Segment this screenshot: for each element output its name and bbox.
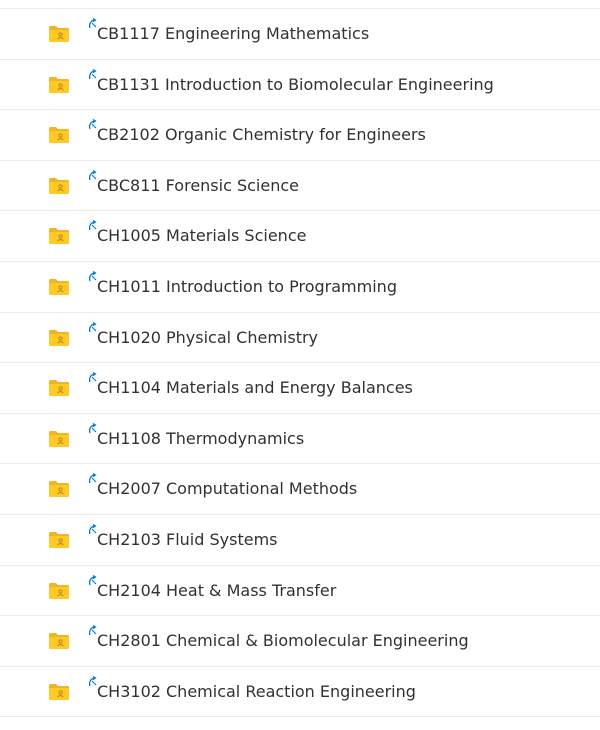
folder-row[interactable]: CH2103 Fluid Systems bbox=[0, 515, 600, 566]
folder-row[interactable]: CH1011 Introduction to Programming bbox=[0, 262, 600, 313]
shared-folder-icon bbox=[48, 379, 70, 397]
shared-folder-icon bbox=[48, 76, 70, 94]
folder-row[interactable]: CH2801 Chemical & Biomolecular Engineeri… bbox=[0, 616, 600, 667]
folder-row[interactable]: CH1020 Physical Chemistry bbox=[0, 313, 600, 364]
folder-name: CB1117 Engineering Mathematics bbox=[97, 24, 370, 43]
shared-folder-icon bbox=[48, 126, 70, 144]
shared-folder-icon bbox=[48, 480, 70, 498]
folder-name: CH2104 Heat & Mass Transfer bbox=[97, 580, 337, 600]
folder-name: CB1131 Introduction to Biomolecular Engi… bbox=[97, 74, 494, 94]
shared-folder-icon bbox=[48, 329, 70, 347]
folder-name: CH1011 Introduction to Programming bbox=[97, 276, 397, 296]
shared-folder-icon bbox=[48, 227, 70, 245]
shared-folder-icon bbox=[48, 430, 70, 448]
folder-row[interactable]: CH1104 Materials and Energy Balances bbox=[0, 363, 600, 414]
folder-name: CH1020 Physical Chemistry bbox=[97, 327, 319, 347]
shared-folder-icon bbox=[48, 531, 70, 549]
shared-folder-icon bbox=[48, 632, 70, 650]
file-list-rows: CB1117 Engineering Mathematics CB1131 In… bbox=[0, 9, 600, 718]
folder-name: CH2801 Chemical & Biomolecular Engineeri… bbox=[97, 631, 469, 651]
folder-row[interactable]: CB2102 Organic Chemistry for Engineers bbox=[0, 110, 600, 161]
folder-row[interactable]: CB1131 Introduction to Biomolecular Engi… bbox=[0, 60, 600, 111]
shared-folder-icon bbox=[48, 683, 70, 701]
folder-row[interactable]: CH1108 Thermodynamics bbox=[0, 414, 600, 465]
folder-name: CH3102 Chemical Reaction Engineering bbox=[97, 681, 416, 701]
folder-name: CH2103 Fluid Systems bbox=[97, 529, 278, 549]
shared-folder-icon bbox=[48, 278, 70, 296]
folder-name: CH1108 Thermodynamics bbox=[97, 428, 305, 448]
shared-folder-icon bbox=[48, 25, 70, 43]
folder-name: CB2102 Organic Chemistry for Engineers bbox=[97, 125, 426, 145]
folder-row[interactable]: CBC811 Forensic Science bbox=[0, 161, 600, 212]
folder-row[interactable]: CB1117 Engineering Mathematics bbox=[0, 9, 600, 60]
file-list: CB1117 Engineering Mathematics CB1131 In… bbox=[0, 0, 600, 730]
folder-name: CH2007 Computational Methods bbox=[97, 479, 358, 499]
shared-folder-icon bbox=[48, 582, 70, 600]
shared-folder-icon bbox=[48, 177, 70, 195]
folder-row[interactable]: CH2104 Heat & Mass Transfer bbox=[0, 566, 600, 617]
folder-row[interactable]: CH3102 Chemical Reaction Engineering bbox=[0, 667, 600, 718]
folder-row[interactable]: CH2007 Computational Methods bbox=[0, 464, 600, 515]
folder-name: CH1104 Materials and Energy Balances bbox=[97, 378, 413, 398]
folder-name: CH1005 Materials Science bbox=[97, 226, 307, 246]
folder-name: CBC811 Forensic Science bbox=[97, 175, 299, 195]
folder-row[interactable]: CH1005 Materials Science bbox=[0, 211, 600, 262]
